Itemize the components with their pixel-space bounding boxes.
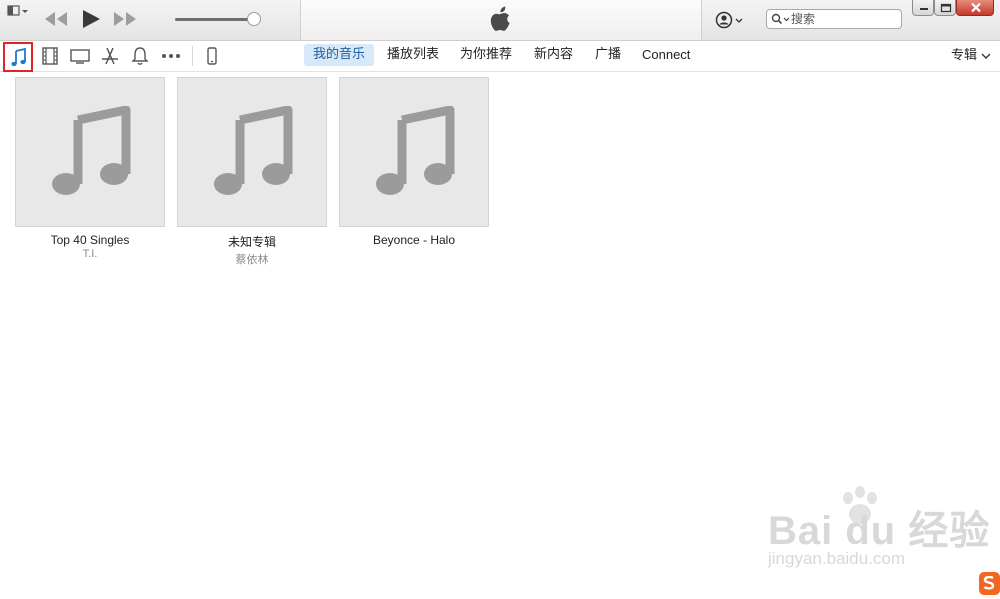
play-icon[interactable] xyxy=(80,8,102,30)
search-icon xyxy=(771,13,790,25)
album-art[interactable] xyxy=(15,77,165,227)
sidebar-toggle-icon[interactable] xyxy=(7,3,29,17)
baidu-watermark: Bai du 经验 jingyan.baidu.com xyxy=(752,486,989,576)
minimize-button[interactable] xyxy=(912,0,934,16)
search-input[interactable] xyxy=(791,11,897,27)
minimize-icon xyxy=(920,8,928,10)
tab-my-music[interactable]: 我的音乐 xyxy=(304,44,375,66)
album-tile[interactable]: Top 40 Singles T.I. xyxy=(15,77,165,260)
account-icon[interactable] xyxy=(715,10,745,30)
chevron-down-icon xyxy=(981,53,991,59)
iphone-icon[interactable] xyxy=(201,46,223,66)
view-selector-label: 专辑 xyxy=(951,48,978,63)
album-title: 未知专辑 xyxy=(227,235,276,249)
tab-for-you[interactable]: 为你推荐 xyxy=(451,44,521,66)
album-artist: 蔡依林 xyxy=(235,254,269,266)
search-field[interactable] xyxy=(766,9,902,29)
nav-bar: 我的音乐 播放列表 为你推荐 新内容 广播 Connect 专辑 xyxy=(0,41,1000,72)
tab-radio[interactable]: 广播 xyxy=(586,44,630,66)
media-kind-music[interactable] xyxy=(3,42,33,72)
tab-new[interactable]: 新内容 xyxy=(525,44,582,66)
volume-knob[interactable] xyxy=(247,12,262,26)
music-note-icon xyxy=(52,106,131,195)
rewind-icon[interactable] xyxy=(43,9,69,29)
sogou-icon xyxy=(978,569,1000,595)
album-tile[interactable]: 未知专辑 蔡依林 xyxy=(177,77,327,267)
maximize-button[interactable] xyxy=(934,0,956,16)
app-store-icon[interactable] xyxy=(99,46,121,66)
watermark-url: jingyan.baidu.com xyxy=(768,549,906,568)
close-icon xyxy=(971,2,981,13)
music-note-icon xyxy=(376,106,455,195)
close-button[interactable] xyxy=(956,0,994,16)
apple-logo-icon xyxy=(488,6,512,34)
album-tile[interactable]: Beyonce - Halo xyxy=(339,77,489,248)
album-title: Top 40 Singles xyxy=(50,233,130,247)
album-art[interactable] xyxy=(177,77,327,227)
tab-playlists[interactable]: 播放列表 xyxy=(378,44,448,66)
album-artist: T.I. xyxy=(82,248,98,260)
title-bar xyxy=(0,0,1000,41)
maximize-icon xyxy=(940,3,952,13)
music-note-icon xyxy=(11,48,26,67)
album-art[interactable] xyxy=(339,77,489,227)
tab-connect[interactable]: Connect xyxy=(633,44,699,66)
nav-divider xyxy=(192,46,193,66)
fast-forward-icon[interactable] xyxy=(112,9,138,29)
tv-icon[interactable] xyxy=(69,46,91,66)
music-note-icon xyxy=(214,106,293,195)
view-selector[interactable]: 专辑 xyxy=(951,45,991,67)
more-icon[interactable] xyxy=(160,46,182,66)
watermark-logo: Bai du 经验 xyxy=(768,509,991,553)
bell-icon[interactable] xyxy=(129,46,151,66)
album-title: Beyonce - Halo xyxy=(372,233,456,247)
film-icon[interactable] xyxy=(39,46,61,66)
